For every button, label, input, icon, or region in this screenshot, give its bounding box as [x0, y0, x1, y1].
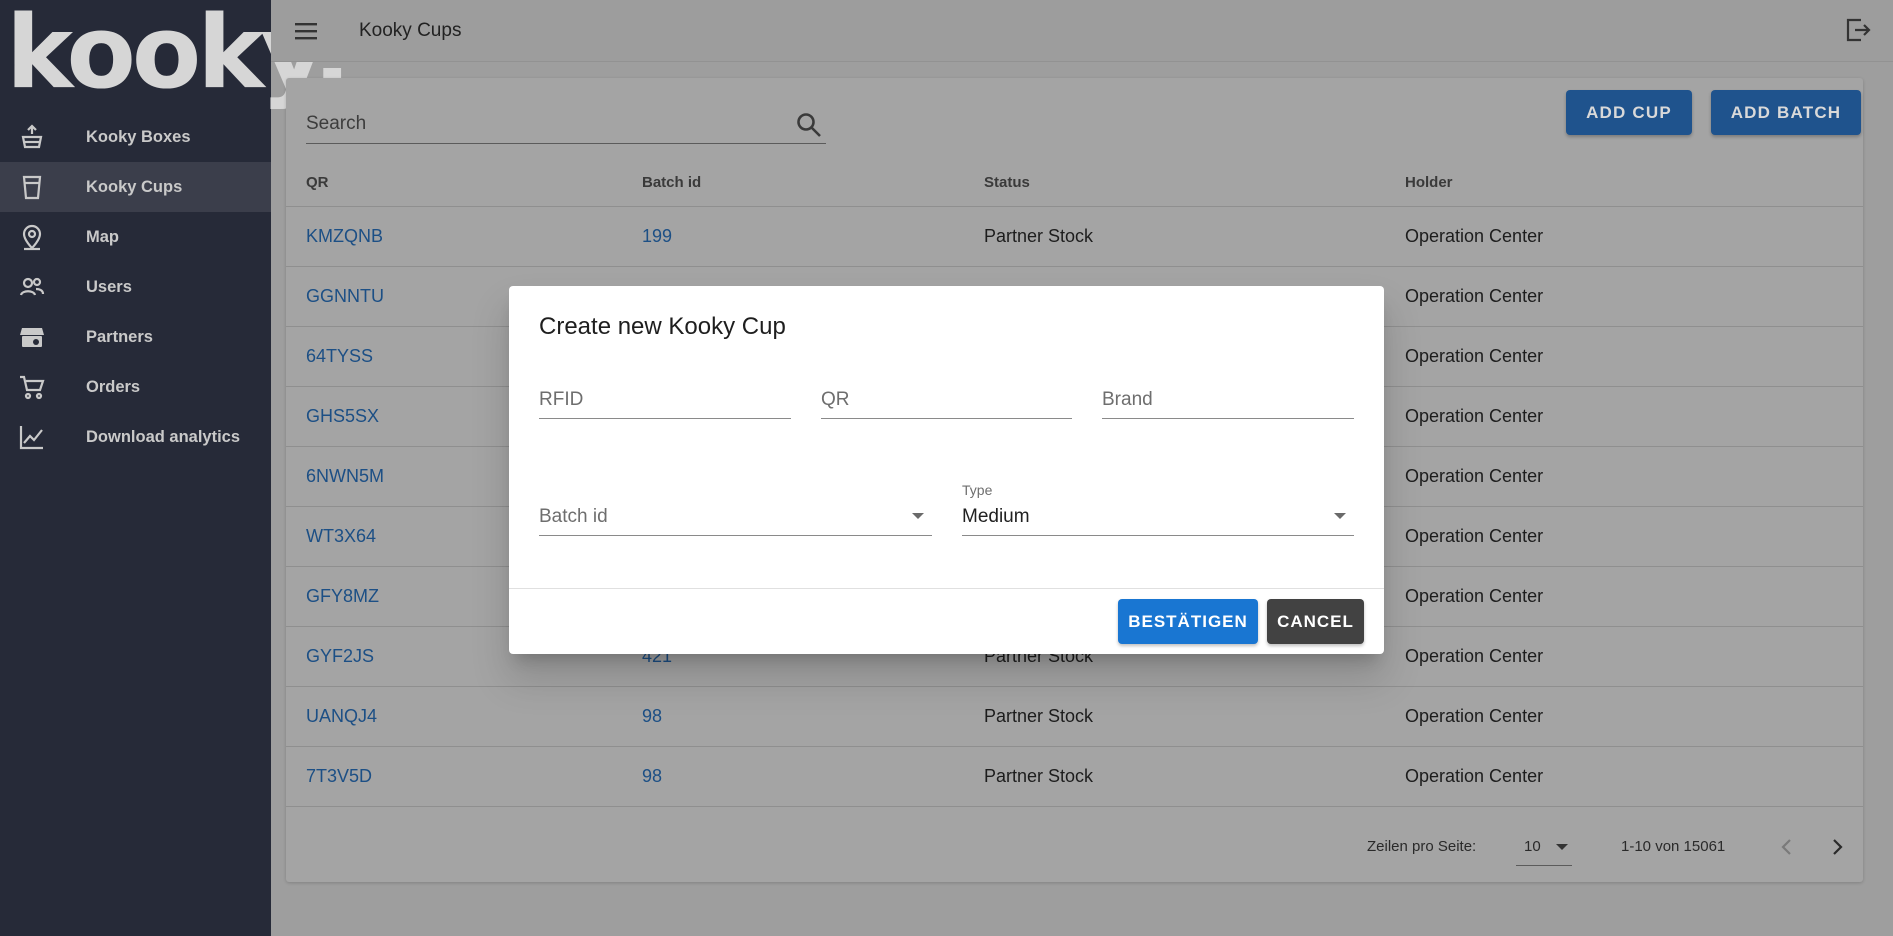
rows-per-page-label: Zeilen pro Seite:	[1367, 838, 1477, 855]
chevron-down-icon	[1556, 844, 1568, 850]
batch-id-cell[interactable]: 98	[642, 686, 984, 747]
logout-icon[interactable]	[1843, 15, 1873, 45]
chevron-down-icon	[1334, 513, 1346, 519]
cup-icon	[0, 173, 86, 201]
qr-cell[interactable]: KMZQNB	[286, 206, 642, 267]
dialog-title: Create new Kooky Cup	[539, 313, 786, 340]
sidebar-item-label: Download analytics	[86, 427, 241, 446]
column-header-qr[interactable]: QR	[286, 160, 642, 207]
holder-cell: Operation Center	[1405, 566, 1863, 627]
holder-cell: Operation Center	[1405, 506, 1863, 567]
sidebar-item-partners[interactable]: Partners	[0, 312, 271, 362]
chevron-left-icon[interactable]	[1774, 834, 1800, 860]
qr-field	[821, 379, 1072, 419]
create-cup-dialog: Create new Kooky Cup Batch id Type Mediu…	[509, 286, 1384, 654]
sidebar-item-label: Map	[86, 227, 119, 246]
sidebar-item-orders[interactable]: Orders	[0, 362, 271, 412]
sidebar-item-label: Partners	[86, 327, 153, 346]
dialog-divider	[509, 588, 1384, 589]
column-header-status[interactable]: Status	[984, 160, 1405, 207]
cart-icon	[0, 373, 86, 401]
page-title: Kooky Cups	[359, 20, 462, 41]
sidebar-item-map[interactable]: Map	[0, 212, 271, 262]
table-header-row: QR Batch id Status Holder	[286, 160, 1863, 207]
chevron-down-icon	[912, 513, 924, 519]
rows-per-page-select[interactable]: 10	[1516, 828, 1572, 866]
cancel-button[interactable]: CANCEL	[1267, 599, 1364, 644]
holder-cell: Operation Center	[1405, 686, 1863, 747]
column-header-holder[interactable]: Holder	[1405, 160, 1863, 207]
search-icon[interactable]	[794, 110, 824, 140]
sidebar-item-kooky-cups[interactable]: Kooky Cups	[0, 162, 271, 212]
sidebar-item-label: Kooky Cups	[86, 177, 183, 196]
type-value: Medium	[962, 506, 1030, 527]
sidebar: kooky. Kooky Boxes Kooky Cups Map Users …	[0, 0, 351, 936]
batch-id-select[interactable]: Batch id	[539, 496, 932, 536]
map-pin-icon	[0, 223, 86, 251]
add-batch-button[interactable]: ADD BATCH	[1711, 90, 1861, 135]
status-cell: Partner Stock	[984, 206, 1405, 267]
rfid-input[interactable]	[539, 385, 791, 415]
qr-cell[interactable]: 7T3V5D	[286, 746, 642, 807]
qr-cell[interactable]: UANQJ4	[286, 686, 642, 747]
column-header-batch-id[interactable]: Batch id	[642, 160, 984, 207]
sidebar-item-kooky-boxes[interactable]: Kooky Boxes	[0, 112, 271, 162]
top-bar: Kooky Cups	[271, 0, 1893, 62]
holder-cell: Operation Center	[1405, 326, 1863, 387]
brand-field	[1102, 379, 1354, 419]
table-row[interactable]: 7T3V5D 98 Partner Stock Operation Center	[286, 746, 1863, 807]
sidebar-nav: Kooky Boxes Kooky Cups Map Users Partner…	[0, 112, 271, 462]
sidebar-item-download-analytics[interactable]: Download analytics	[0, 412, 271, 462]
chart-line-icon	[0, 423, 86, 451]
holder-cell: Operation Center	[1405, 746, 1863, 807]
qr-input[interactable]	[821, 385, 1072, 415]
search-field	[306, 106, 826, 144]
status-cell: Partner Stock	[984, 746, 1405, 807]
menu-icon[interactable]	[291, 16, 321, 46]
holder-cell: Operation Center	[1405, 386, 1863, 447]
rows-per-page-value: 10	[1524, 838, 1541, 855]
holder-cell: Operation Center	[1405, 626, 1863, 687]
sidebar-item-label: Kooky Boxes	[86, 127, 191, 146]
storefront-icon	[0, 323, 86, 351]
table-row[interactable]: KMZQNB 199 Partner Stock Operation Cente…	[286, 206, 1863, 267]
status-cell: Partner Stock	[984, 686, 1405, 747]
batch-id-cell[interactable]: 199	[642, 206, 984, 267]
rfid-field	[539, 379, 791, 419]
pagination-range: 1-10 von 15061	[1621, 838, 1726, 855]
add-cup-button[interactable]: ADD CUP	[1566, 90, 1692, 135]
holder-cell: Operation Center	[1405, 206, 1863, 267]
chevron-right-icon[interactable]	[1824, 834, 1850, 860]
search-input[interactable]	[306, 106, 776, 142]
box-upload-icon	[0, 123, 86, 151]
batch-id-cell[interactable]: 98	[642, 746, 984, 807]
confirm-button[interactable]: BESTÄTIGEN	[1118, 599, 1258, 644]
brand-input[interactable]	[1102, 385, 1354, 415]
sidebar-item-label: Orders	[86, 377, 141, 396]
table-row[interactable]: UANQJ4 98 Partner Stock Operation Center	[286, 686, 1863, 747]
holder-cell: Operation Center	[1405, 446, 1863, 507]
batch-id-placeholder: Batch id	[539, 506, 608, 527]
pagination: Zeilen pro Seite: 10 1-10 von 15061	[286, 828, 1863, 868]
sidebar-item-label: Users	[86, 277, 132, 296]
holder-cell: Operation Center	[1405, 266, 1863, 327]
users-icon	[0, 273, 86, 301]
sidebar-item-users[interactable]: Users	[0, 262, 271, 312]
type-select[interactable]: Medium	[962, 496, 1354, 536]
